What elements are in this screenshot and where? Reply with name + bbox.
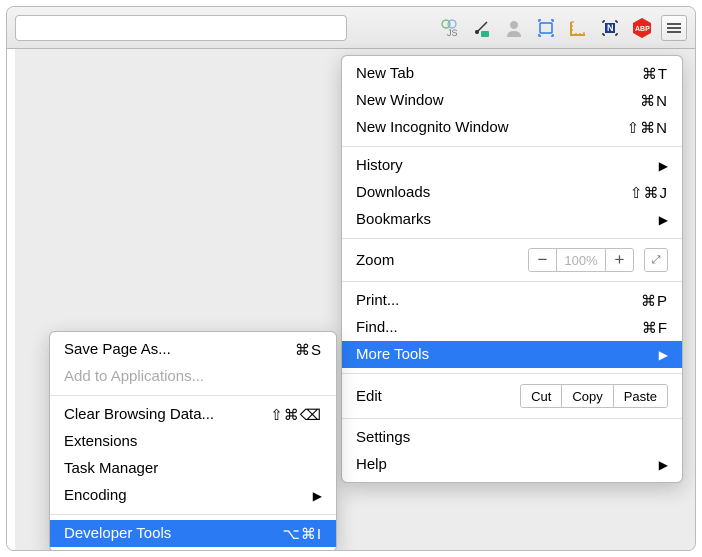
zoom-level: 100% [557, 249, 605, 271]
n-extension-icon[interactable]: N [597, 15, 623, 41]
menu-zoom: Zoom − 100% + ⤢ [342, 244, 682, 276]
separator [342, 281, 682, 282]
fullscreen-button[interactable]: ⤢ [644, 248, 668, 272]
zoom-out-button[interactable]: − [529, 249, 557, 271]
submenu-task-manager[interactable]: Task Manager [50, 455, 336, 482]
separator [50, 395, 336, 396]
submenu-encoding[interactable]: Encoding▶ [50, 482, 336, 509]
main-menu: New Tab⌘T New Window⌘N New Incognito Win… [341, 55, 683, 483]
cut-button[interactable]: Cut [521, 385, 561, 407]
submenu-developer-tools[interactable]: Developer Tools⌥⌘I [50, 520, 336, 547]
menu-edit: Edit Cut Copy Paste [342, 379, 682, 413]
submenu-arrow-icon: ▶ [659, 348, 668, 362]
menu-history[interactable]: History▶ [342, 152, 682, 179]
hamburger-menu-button[interactable] [661, 15, 687, 41]
menu-bookmarks[interactable]: Bookmarks▶ [342, 206, 682, 233]
submenu-add-to-apps: Add to Applications... [50, 363, 336, 390]
browser-toolbar: JS N ABP [7, 7, 695, 49]
submenu-arrow-icon: ▶ [313, 489, 322, 503]
paste-button[interactable]: Paste [613, 385, 667, 407]
separator [342, 418, 682, 419]
profile-icon[interactable] [501, 15, 527, 41]
copy-button[interactable]: Copy [561, 385, 612, 407]
menu-new-incognito[interactable]: New Incognito Window⇧⌘N [342, 114, 682, 141]
svg-text:ABP: ABP [635, 26, 650, 33]
menu-downloads[interactable]: Downloads⇧⌘J [342, 179, 682, 206]
menu-help[interactable]: Help▶ [342, 451, 682, 478]
more-tools-submenu: Save Page As...⌘S Add to Applications...… [49, 331, 337, 551]
separator [342, 373, 682, 374]
menu-print[interactable]: Print...⌘P [342, 287, 682, 314]
menu-find[interactable]: Find...⌘F [342, 314, 682, 341]
svg-text:JS: JS [447, 28, 458, 38]
submenu-arrow-icon: ▶ [659, 213, 668, 227]
address-bar[interactable] [15, 15, 347, 41]
separator [342, 238, 682, 239]
submenu-extensions[interactable]: Extensions [50, 428, 336, 455]
submenu-save-page[interactable]: Save Page As...⌘S [50, 336, 336, 363]
zoom-in-button[interactable]: + [605, 249, 633, 271]
submenu-clear-browsing[interactable]: Clear Browsing Data...⇧⌘⌫ [50, 401, 336, 428]
menu-new-window[interactable]: New Window⌘N [342, 87, 682, 114]
menu-new-tab[interactable]: New Tab⌘T [342, 60, 682, 87]
submenu-arrow-icon: ▶ [659, 159, 668, 173]
separator [342, 146, 682, 147]
svg-text:N: N [607, 23, 614, 33]
menu-more-tools[interactable]: More Tools▶ [342, 341, 682, 368]
separator [50, 514, 336, 515]
ruler-icon[interactable] [565, 15, 591, 41]
submenu-arrow-icon: ▶ [659, 458, 668, 472]
menu-settings[interactable]: Settings [342, 424, 682, 451]
screenshot-icon[interactable] [533, 15, 559, 41]
color-picker-icon[interactable] [469, 15, 495, 41]
abp-icon[interactable]: ABP [629, 15, 655, 41]
js-extension-icon[interactable]: JS [437, 15, 463, 41]
